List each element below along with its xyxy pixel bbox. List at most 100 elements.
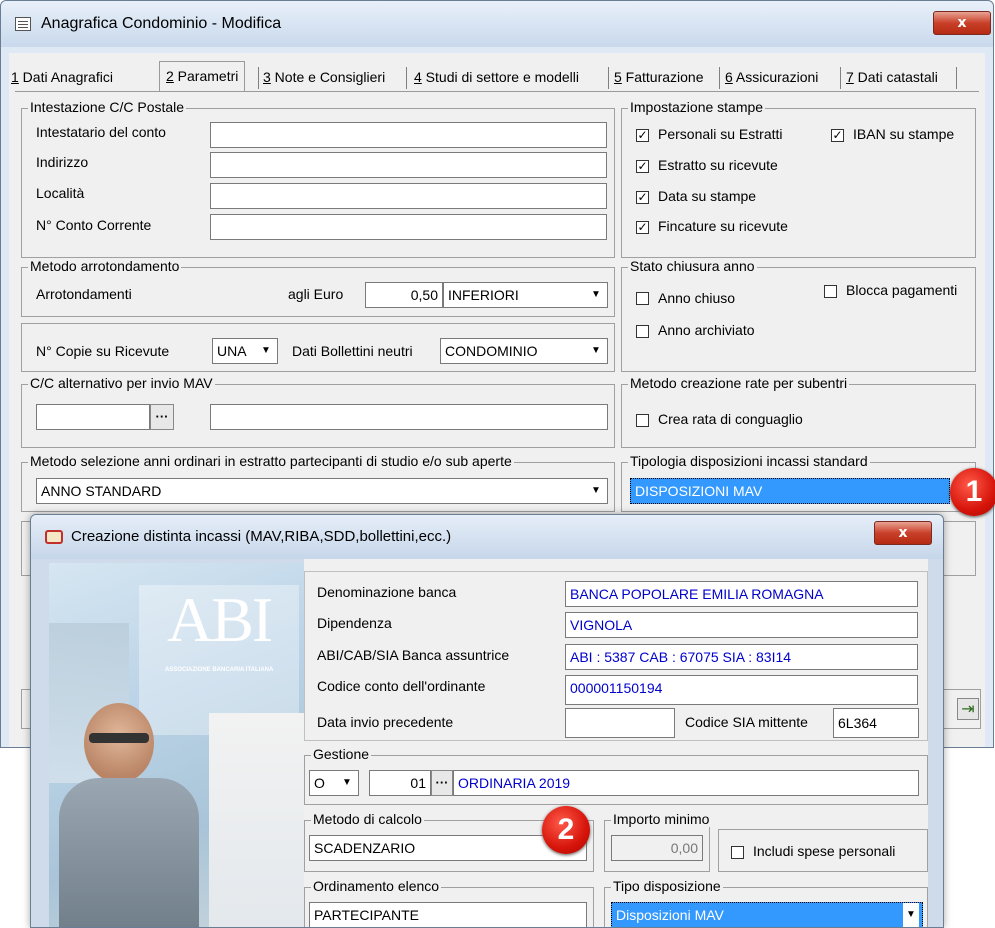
label-arrotondamenti: Arrotondamenti: [36, 286, 132, 302]
chevron-down-icon: ▼: [903, 903, 919, 927]
group-tipologia: Tipologia disposizioni incassi standard …: [621, 453, 976, 512]
tab-parametri[interactable]: 2 Parametri: [159, 61, 246, 92]
label-estratto: Estratto su ricevute: [658, 157, 778, 173]
dialog-title-bar: Creazione distinta incassi (MAV,RIBA,SDD…: [31, 515, 943, 559]
intestatario-input[interactable]: [210, 122, 607, 148]
dialog-app-icon: [45, 530, 63, 544]
checkbox-personali[interactable]: ✓: [636, 129, 649, 142]
cc-mav-code-input[interactable]: [36, 404, 150, 430]
tab-studi-settore[interactable]: 4 Studi di settore e modelli: [414, 63, 579, 91]
checkbox-anno-archiviato[interactable]: [636, 325, 649, 338]
group-stampe-title: Impostazione stampe: [628, 99, 766, 115]
label-crea-rata: Crea rata di conguaglio: [658, 411, 803, 427]
cc-mav-lookup-button[interactable]: ···: [150, 404, 174, 430]
anni-ordinari-select[interactable]: ANNO STANDARD ▼: [36, 478, 608, 504]
group-banca: Denominazione banca BANCA POPOLARE EMILI…: [304, 571, 928, 741]
label-anno-archiviato: Anno archiviato: [658, 322, 755, 338]
arrotondamento-mode-select[interactable]: INFERIORI ▼: [443, 282, 608, 308]
tab-dati-anagrafici[interactable]: 1 Dati Anagrafici: [11, 63, 113, 91]
abi-cab-sia-input[interactable]: ABI : 5387 CAB : 67075 SIA : 83I14: [565, 644, 918, 670]
chevron-down-icon: ▼: [588, 479, 604, 503]
label-abi-cab-sia: ABI/CAB/SIA Banca assuntrice: [317, 647, 510, 663]
copie-select[interactable]: UNA ▼: [212, 338, 278, 364]
chevron-down-icon: ▼: [339, 771, 355, 795]
dialog-close-button[interactable]: x: [874, 521, 932, 545]
checkbox-includi-spese[interactable]: [731, 846, 744, 859]
group-subentri-title: Metodo creazione rate per subentri: [628, 375, 850, 391]
gestione-lookup-button[interactable]: ···: [431, 770, 453, 796]
label-intestatario: Intestatario del conto: [36, 124, 166, 140]
checkbox-estratto[interactable]: ✓: [636, 160, 649, 173]
tipo-disposizione-select[interactable]: Disposizioni MAV ▼: [611, 902, 923, 927]
tab-dati-catastali[interactable]: 7 Dati catastali: [846, 63, 938, 91]
step-badge-2: 2: [542, 806, 590, 854]
tipologia-select[interactable]: DISPOSIZIONI MAV: [630, 478, 950, 504]
group-ordinamento: Ordinamento elenco PARTECIPANTE: [304, 878, 594, 927]
group-cc-mav-title: C/C alternativo per invio MAV: [28, 375, 215, 391]
label-fincature: Fincature su ricevute: [658, 218, 788, 234]
label-codice-conto: Codice conto dell'ordinante: [317, 678, 486, 694]
cc-mav-desc-input[interactable]: [210, 404, 608, 430]
group-ordinamento-title: Ordinamento elenco: [311, 878, 442, 894]
group-chiusura-title: Stato chiusura anno: [628, 258, 757, 274]
label-denominazione: Denominazione banca: [317, 584, 457, 600]
gestione-tipo-select[interactable]: O ▼: [309, 770, 359, 796]
abi-logo: ABI: [167, 584, 273, 655]
tab-note-consiglieri[interactable]: 3 Note e Consiglieri: [263, 63, 385, 91]
group-cc-postale: Intestazione C/C Postale Intestatario de…: [21, 99, 615, 258]
label-bollettini: Dati Bollettini neutri: [292, 343, 413, 359]
label-codice-sia: Codice SIA mittente: [685, 714, 808, 730]
group-anni-ordinari: Metodo selezione anni ordinari in estrat…: [21, 453, 615, 512]
dipendenza-input[interactable]: VIGNOLA: [565, 612, 918, 638]
checkbox-fincature[interactable]: ✓: [636, 221, 649, 234]
group-tipo-disposizione: Tipo disposizione Disposizioni MAV ▼: [604, 878, 928, 927]
group-includi-spese: Includi spese personali: [718, 829, 928, 872]
main-close-button[interactable]: x: [933, 11, 991, 35]
label-localita: Località: [36, 185, 85, 201]
group-cc-mav: C/C alternativo per invio MAV ···: [21, 375, 615, 448]
distinta-dialog: Creazione distinta incassi (MAV,RIBA,SDD…: [30, 514, 944, 928]
group-arrotondamento: Metodo arrotondamento Arrotondamenti agl…: [21, 258, 615, 317]
label-data-invio: Data invio precedente: [317, 714, 454, 730]
chevron-down-icon: ▼: [258, 339, 274, 363]
checkbox-crea-rata[interactable]: [636, 414, 649, 427]
group-gestione: Gestione O ▼ 01 ··· ORDINARIA 2019: [304, 746, 928, 805]
group-subentri: Metodo creazione rate per subentri Crea …: [621, 375, 976, 448]
data-invio-input[interactable]: [565, 708, 675, 738]
conto-corrente-input[interactable]: [210, 214, 607, 240]
gestione-desc-input[interactable]: ORDINARIA 2019: [453, 770, 919, 796]
denominazione-input[interactable]: BANCA POPOLARE EMILIA ROMAGNA: [565, 581, 918, 607]
abi-logo-subtitle: ASSOCIAZIONE BANCARIA ITALIANA: [165, 667, 274, 673]
checkbox-anno-chiuso[interactable]: [636, 292, 649, 305]
importo-minimo-input[interactable]: 0,00: [611, 835, 703, 861]
codice-sia-input[interactable]: 6L364: [833, 708, 919, 738]
checkbox-iban[interactable]: ✓: [831, 129, 844, 142]
label-includi-spese: Includi spese personali: [753, 843, 896, 859]
group-importo-title: Importo minimo: [611, 811, 712, 827]
localita-input[interactable]: [210, 183, 607, 209]
exit-door-icon[interactable]: ⇥: [957, 698, 979, 720]
main-window-title: Anagrafica Condominio - Modifica: [41, 15, 282, 32]
group-chiusura-anno: Stato chiusura anno Anno chiuso Blocca p…: [621, 258, 976, 372]
group-tipo-title: Tipo disposizione: [611, 878, 723, 894]
group-tipologia-title: Tipologia disposizioni incassi standard: [628, 453, 870, 469]
gestione-numero-input[interactable]: 01: [369, 770, 431, 796]
ordinamento-select[interactable]: PARTECIPANTE: [309, 902, 587, 927]
chevron-down-icon: ▼: [588, 283, 604, 307]
checkbox-blocca[interactable]: [824, 285, 837, 298]
group-arrotondamento-title: Metodo arrotondamento: [28, 258, 182, 274]
bollettini-select[interactable]: CONDOMINIO ▼: [440, 338, 608, 364]
euro-value-input[interactable]: 0,50: [365, 282, 443, 308]
label-copie: N° Copie su Ricevute: [36, 343, 170, 359]
group-metodo-title: Metodo di calcolo: [311, 811, 424, 827]
checkbox-data-stampe[interactable]: ✓: [636, 191, 649, 204]
tab-assicurazioni[interactable]: 6 Assicurazioni: [725, 63, 818, 91]
label-iban: IBAN su stampe: [853, 126, 955, 142]
step-badge-1: 1: [950, 468, 995, 516]
group-anni-title: Metodo selezione anni ordinari in estrat…: [28, 453, 514, 469]
label-blocca-pagamenti: Blocca pagamenti: [846, 282, 958, 298]
indirizzo-input[interactable]: [210, 152, 607, 178]
tab-fatturazione[interactable]: 5 Fatturazione: [614, 63, 704, 91]
codice-conto-input[interactable]: 000001150194: [565, 675, 918, 705]
label-dipendenza: Dipendenza: [317, 615, 392, 631]
